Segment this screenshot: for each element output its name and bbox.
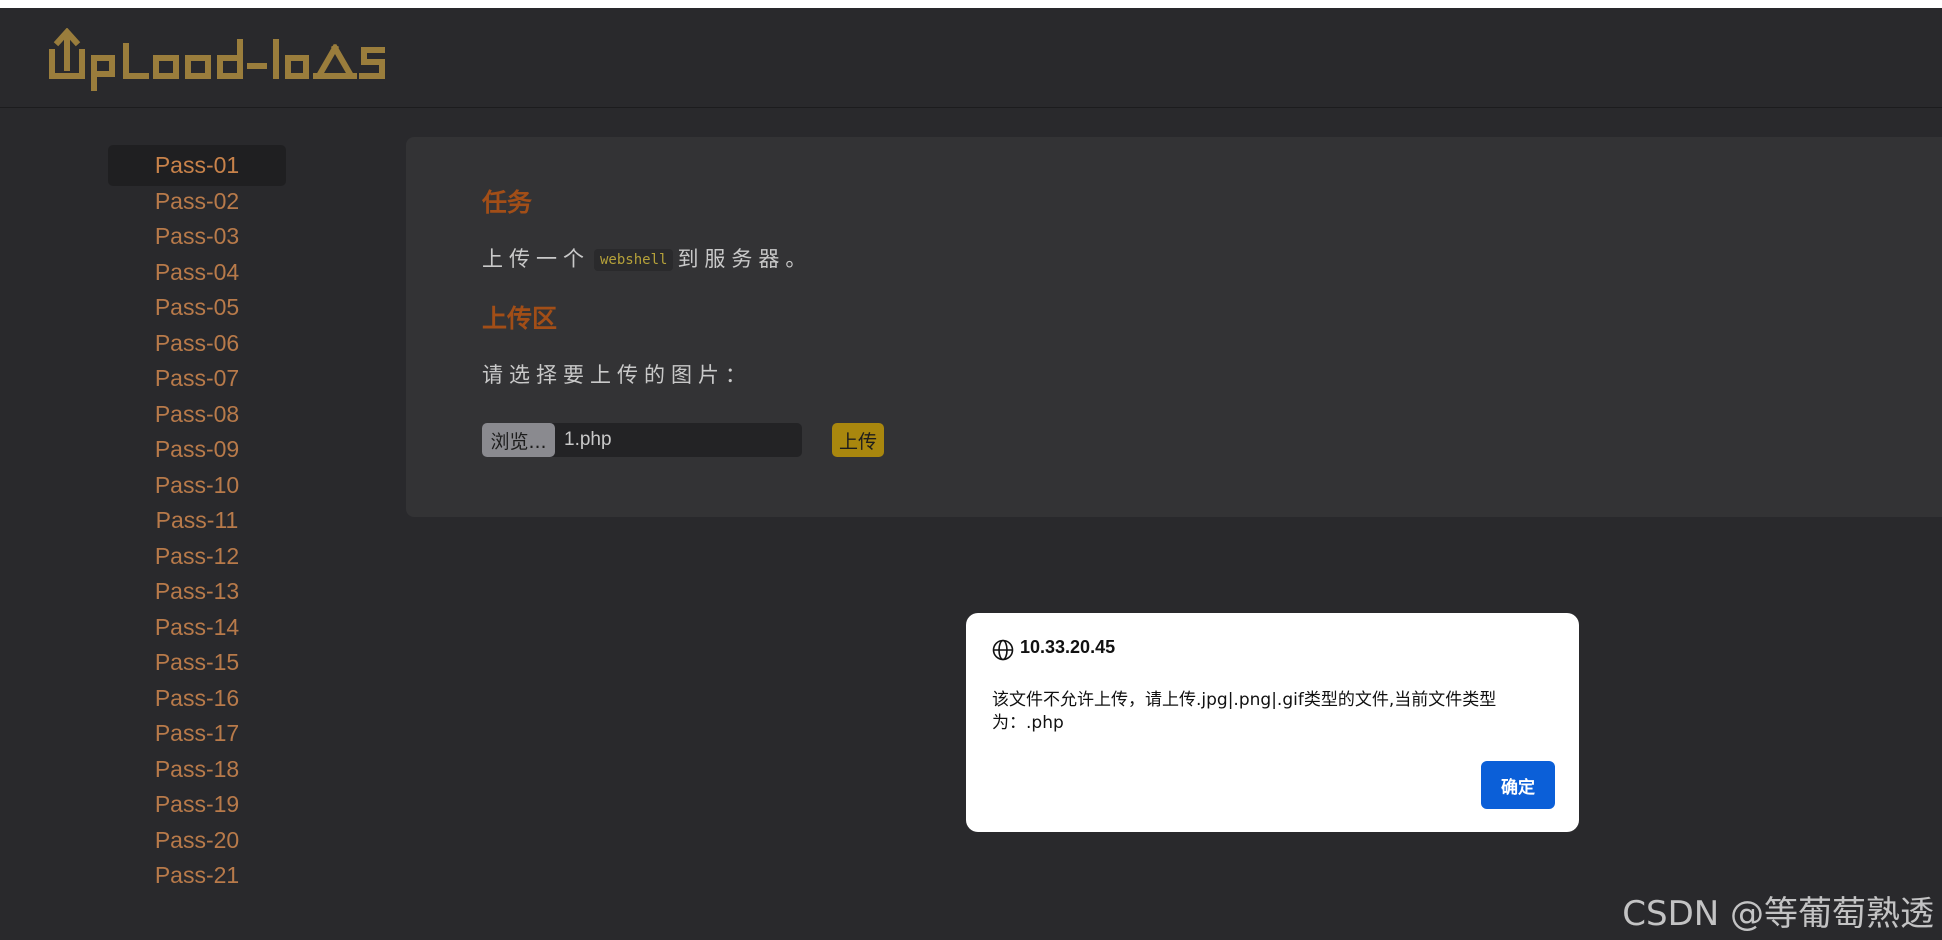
upload-button[interactable]: 上传 xyxy=(832,423,884,457)
sidebar-item-pass-07[interactable]: Pass-07 xyxy=(108,358,286,399)
sidebar-item-pass-21[interactable]: Pass-21 xyxy=(108,855,286,896)
browse-button[interactable]: 浏览... xyxy=(482,423,555,457)
header xyxy=(0,8,1942,108)
watermark: CSDN @等葡萄熟透 xyxy=(1622,894,1934,934)
dialog-host: 10.33.20.45 xyxy=(1020,637,1116,657)
sidebar-item-pass-15[interactable]: Pass-15 xyxy=(108,642,286,683)
sidebar-item-pass-05[interactable]: Pass-05 xyxy=(108,287,286,328)
sidebar-item-pass-19[interactable]: Pass-19 xyxy=(108,784,286,825)
upload-prompt: 请选择要上传的图片： xyxy=(482,363,752,387)
dialog-message: 该文件不允许上传，请上传.jpg|.png|.gif类型的文件,当前文件类型为：… xyxy=(992,690,1497,733)
sidebar-item-pass-17[interactable]: Pass-17 xyxy=(108,713,286,754)
globe-icon xyxy=(992,639,1014,661)
browser-top-strip xyxy=(0,0,1942,8)
sidebar-item-pass-03[interactable]: Pass-03 xyxy=(108,216,286,257)
selected-file-name: 1.php xyxy=(564,429,612,450)
sidebar-item-pass-01[interactable]: Pass-01 xyxy=(108,145,286,186)
task-code: webshell xyxy=(594,249,674,271)
sidebar-item-pass-11[interactable]: Pass-11 xyxy=(108,500,286,541)
sidebar-item-pass-13[interactable]: Pass-13 xyxy=(108,571,286,612)
sidebar-item-pass-09[interactable]: Pass-09 xyxy=(108,429,286,470)
sidebar-nav: Pass-01 Pass-02 Pass-03 Pass-04 Pass-05 Pass-… xyxy=(0,108,380,940)
upload-title: 上传区 xyxy=(482,304,558,333)
ok-button[interactable]: 确定 xyxy=(1481,761,1555,809)
task-description: 上传一个 webshell 到服务器。 xyxy=(482,243,812,273)
content-panel: 任务 上传一个 webshell 到服务器。 上传区 请选择要上传的图片： 浏览..… xyxy=(406,137,1942,517)
upload-labs-logo xyxy=(49,28,385,91)
alert-dialog: 10.33.20.45 该文件不允许上传，请上传.jpg|.png|.gif类型… xyxy=(966,613,1579,832)
task-prefix: 上传一个 xyxy=(482,247,590,271)
task-title: 任务 xyxy=(482,188,533,217)
file-input[interactable]: 浏览... 1.php xyxy=(482,423,802,457)
task-suffix: 到服务器。 xyxy=(677,247,813,271)
